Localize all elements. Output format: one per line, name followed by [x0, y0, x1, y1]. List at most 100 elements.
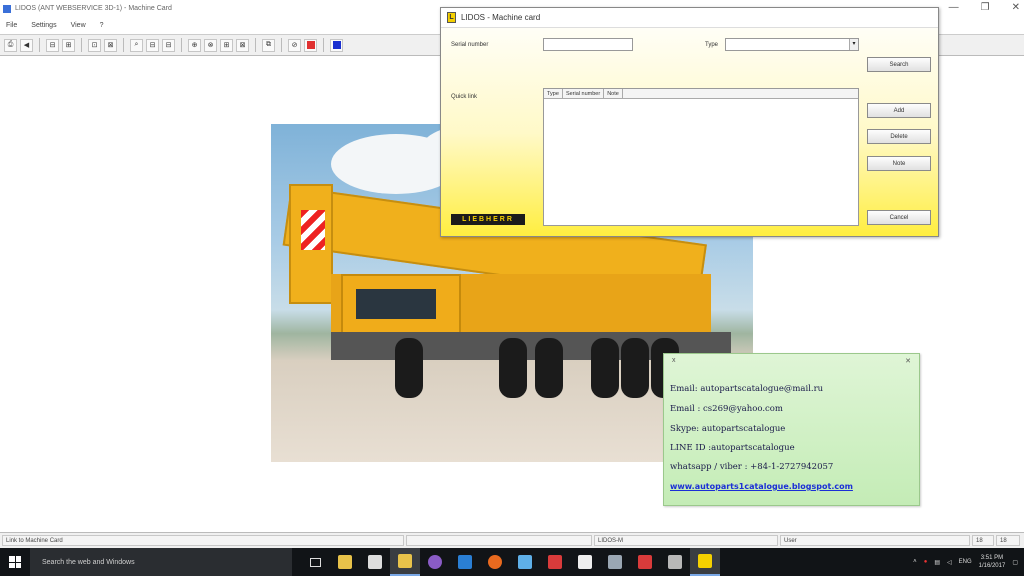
status-left: Link to Machine Card	[2, 535, 404, 546]
print-icon[interactable]: ⎙	[4, 38, 17, 52]
contact-website-link[interactable]: www.autoparts1catalogue.blogspot.com	[670, 482, 853, 491]
toolbar-separator	[123, 38, 124, 52]
serial-number-label: Serial number	[451, 42, 489, 48]
clock-date: 1/16/2017	[978, 563, 1006, 569]
type-select[interactable]: ▾	[725, 38, 859, 51]
contact-whatsapp: whatsapp / viber : +84-1-2727942057	[670, 462, 834, 472]
taskbar: Search the web and Windows ˄ ● ▤ ◁ ENG 3…	[0, 548, 1024, 576]
restore-button[interactable]: ❐	[981, 2, 990, 13]
menu-file[interactable]: File	[6, 22, 17, 29]
contact-email-2: Email : cs269@yahoo.com	[670, 404, 783, 414]
cab-window	[356, 289, 436, 319]
menu-help[interactable]: ?	[100, 22, 104, 29]
remove-icon[interactable]: ⊗	[204, 38, 217, 52]
status-page: 18	[972, 535, 994, 546]
cancel-button[interactable]: Cancel	[867, 210, 931, 225]
note-pin-icon[interactable]: x	[672, 357, 676, 370]
toolbar-separator	[81, 38, 82, 52]
lidos-icon: L	[447, 12, 456, 23]
taskbar-search[interactable]: Search the web and Windows	[30, 548, 292, 576]
store-icon[interactable]	[360, 548, 390, 576]
menu-view[interactable]: View	[71, 22, 86, 29]
explorer-window-icon[interactable]	[390, 548, 420, 576]
column-serial-number[interactable]: Serial number	[563, 89, 605, 98]
status-total: 18	[996, 535, 1020, 546]
app-icon-blue[interactable]	[510, 548, 540, 576]
add-icon[interactable]: ⊕	[188, 38, 201, 52]
zoom-out-icon[interactable]: ⊟	[146, 38, 159, 52]
contact-note: x ✕ Email: autopartscatalogue@mail.ru Em…	[663, 353, 920, 506]
dialog-title-bar: L LIDOS - Machine card	[441, 8, 938, 28]
window-title: LIDOS (ANT WEBSERVICE 3D-1) - Machine Ca…	[15, 5, 172, 12]
chevron-down-icon[interactable]: ▾	[849, 39, 858, 50]
wheel	[395, 338, 423, 398]
purple-app-icon[interactable]	[420, 548, 450, 576]
search-button[interactable]: Search	[867, 57, 931, 72]
document-app-icon[interactable]	[570, 548, 600, 576]
mail-app-icon[interactable]	[450, 548, 480, 576]
liebherr-logo: LIEBHERR	[451, 214, 525, 225]
table-icon[interactable]: ⊞	[220, 38, 233, 52]
list-header: Type Serial number Note	[544, 89, 858, 99]
copy-icon[interactable]: ⧉	[262, 38, 275, 52]
contact-email-1: Email: autopartscatalogue@mail.ru	[670, 384, 824, 394]
language-indicator[interactable]: ENG	[959, 559, 972, 565]
toolbar-separator	[255, 38, 256, 52]
note-button[interactable]: Note	[867, 156, 931, 171]
machine-card-dialog: L LIDOS - Machine card Serial number Typ…	[440, 7, 939, 237]
quick-link-list[interactable]: Type Serial number Note	[543, 88, 859, 226]
task-view-icon[interactable]	[300, 548, 330, 576]
system-tray: ˄ ● ▤ ◁ ENG 3:51 PM 1/16/2017 ▢	[913, 548, 1024, 576]
image-icon[interactable]: ⊠	[104, 38, 117, 52]
status-bar: Link to Machine Card LIDOS-M User 18 18	[0, 532, 1024, 548]
minimize-button[interactable]: —	[949, 2, 959, 13]
add-button[interactable]: Add	[867, 103, 931, 118]
column-note[interactable]: Note	[604, 89, 623, 98]
back-icon[interactable]: ◀	[20, 38, 33, 52]
notifications-icon[interactable]: ▢	[1012, 559, 1018, 566]
frame-icon[interactable]: ⊡	[88, 38, 101, 52]
tray-up-icon[interactable]: ˄	[913, 559, 917, 565]
red-square-icon[interactable]	[304, 38, 317, 52]
delete-button[interactable]: Delete	[867, 129, 931, 144]
serial-number-input[interactable]	[543, 38, 633, 51]
start-button[interactable]	[0, 548, 30, 576]
grid-icon[interactable]: ⊞	[62, 38, 75, 52]
column-type[interactable]: Type	[544, 89, 563, 98]
tool-app-icon[interactable]	[600, 548, 630, 576]
dialog-title: LIDOS - Machine card	[461, 13, 541, 22]
close-button[interactable]: ✕	[1012, 2, 1020, 13]
windows-icon	[9, 556, 21, 568]
cancel-icon[interactable]: ⊘	[288, 38, 301, 52]
firefox-icon[interactable]	[480, 548, 510, 576]
export-icon[interactable]: ⊠	[236, 38, 249, 52]
wheel	[535, 338, 563, 398]
blue-square-icon[interactable]	[330, 38, 343, 52]
warning-stripes	[301, 210, 325, 250]
zoom-fit-icon[interactable]: ⊟	[162, 38, 175, 52]
file-explorer-icon[interactable]	[330, 548, 360, 576]
menu-settings[interactable]: Settings	[31, 22, 56, 29]
contact-skype: Skype: autopartscatalogue	[670, 424, 786, 434]
tray-alert-icon[interactable]: ●	[924, 559, 928, 565]
type-label: Type	[705, 42, 719, 48]
status-user: User	[780, 535, 970, 546]
volume-icon[interactable]: ◁	[947, 559, 952, 566]
status-empty	[406, 535, 592, 546]
network-icon[interactable]: ▤	[934, 559, 940, 566]
wheel	[591, 338, 619, 398]
note-header: x ✕	[664, 354, 919, 370]
toolbar-separator	[39, 38, 40, 52]
lidos-app-icon-2[interactable]	[630, 548, 660, 576]
wheel	[621, 338, 649, 398]
clock-time: 3:51 PM	[980, 555, 1004, 561]
image-app-icon[interactable]	[660, 548, 690, 576]
clock[interactable]: 3:51 PM 1/16/2017	[979, 554, 1006, 570]
note-close-icon[interactable]: ✕	[905, 357, 911, 370]
view-icon[interactable]: ⊟	[46, 38, 59, 52]
quick-link-label: Quick link	[451, 94, 478, 100]
wheel	[499, 338, 527, 398]
lidos-app-icon-1[interactable]	[540, 548, 570, 576]
lidos-machine-card-icon[interactable]	[690, 548, 720, 576]
zoom-icon[interactable]: ⌕	[130, 38, 143, 52]
